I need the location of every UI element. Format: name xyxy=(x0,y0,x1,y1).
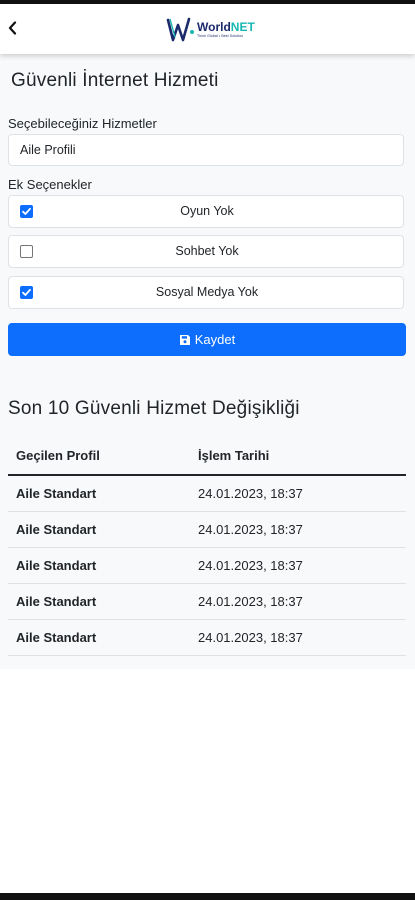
table-row: Aile Standart 24.01.2023, 18:37 xyxy=(8,620,406,656)
column-header-profile: Geçilen Profil xyxy=(16,448,100,463)
row-profile: Aile Standart xyxy=(16,558,97,573)
row-date: 24.01.2023, 18:37 xyxy=(198,486,303,501)
option-sohbet-yok[interactable]: Sohbet Yok xyxy=(8,235,404,268)
worldnet-logo: WorldNET Think Global • Best Solution xyxy=(165,13,261,47)
column-header-date: İşlem Tarihi xyxy=(198,448,270,463)
option-oyun-yok[interactable]: Oyun Yok xyxy=(8,195,404,228)
service-select[interactable]: Aile Profili xyxy=(8,134,404,166)
main-content: Güvenli İnternet Hizmeti Seçebileceğiniz… xyxy=(0,54,415,669)
page-title: Güvenli İnternet Hizmeti xyxy=(11,70,219,91)
row-date: 24.01.2023, 18:37 xyxy=(198,630,303,645)
row-profile: Aile Standart xyxy=(16,594,97,609)
logo-mark-icon xyxy=(166,17,194,42)
checkmark-icon xyxy=(22,288,31,296)
row-profile: Aile Standart xyxy=(16,486,97,501)
table-row: Aile Standart 24.01.2023, 18:37 xyxy=(8,512,406,548)
checkbox-sohbet-yok[interactable] xyxy=(20,245,33,258)
table-header: Geçilen Profil İşlem Tarihi xyxy=(8,438,406,476)
chevron-left-icon xyxy=(8,21,17,35)
save-button[interactable]: Kaydet xyxy=(8,323,406,356)
checkbox-oyun-yok[interactable] xyxy=(20,205,33,218)
floppy-disk-icon xyxy=(179,334,190,345)
extras-label: Ek Seçenekler xyxy=(8,177,92,192)
row-date: 24.01.2023, 18:37 xyxy=(198,522,303,537)
history-table: Geçilen Profil İşlem Tarihi Aile Standar… xyxy=(8,438,406,656)
logo-word-world: World xyxy=(197,20,231,34)
option-label: Oyun Yok xyxy=(180,204,234,218)
app-header: WorldNET Think Global • Best Solution xyxy=(0,4,415,54)
logo-word-net: NET xyxy=(230,20,255,34)
table-row: Aile Standart 24.01.2023, 18:37 xyxy=(8,548,406,584)
back-button[interactable] xyxy=(2,16,24,40)
row-date: 24.01.2023, 18:37 xyxy=(198,594,303,609)
checkmark-icon xyxy=(22,207,31,215)
option-label: Sohbet Yok xyxy=(175,244,239,258)
save-button-label: Kaydet xyxy=(194,332,236,347)
row-profile: Aile Standart xyxy=(16,522,97,537)
option-sosyal-medya-yok[interactable]: Sosyal Medya Yok xyxy=(8,276,404,309)
checkbox-sosyal-medya-yok[interactable] xyxy=(20,286,33,299)
history-title: Son 10 Güvenli Hizmet Değişikliği xyxy=(8,398,300,419)
logo-tagline: Think Global • Best Solution xyxy=(197,34,244,38)
table-row: Aile Standart 24.01.2023, 18:37 xyxy=(8,476,406,512)
row-date: 24.01.2023, 18:37 xyxy=(198,558,303,573)
option-label: Sosyal Medya Yok xyxy=(155,285,259,299)
services-label: Seçebileceğiniz Hizmetler xyxy=(8,116,157,131)
table-row: Aile Standart 24.01.2023, 18:37 xyxy=(8,584,406,620)
row-profile: Aile Standart xyxy=(16,630,97,645)
bottom-system-bar xyxy=(0,893,415,900)
